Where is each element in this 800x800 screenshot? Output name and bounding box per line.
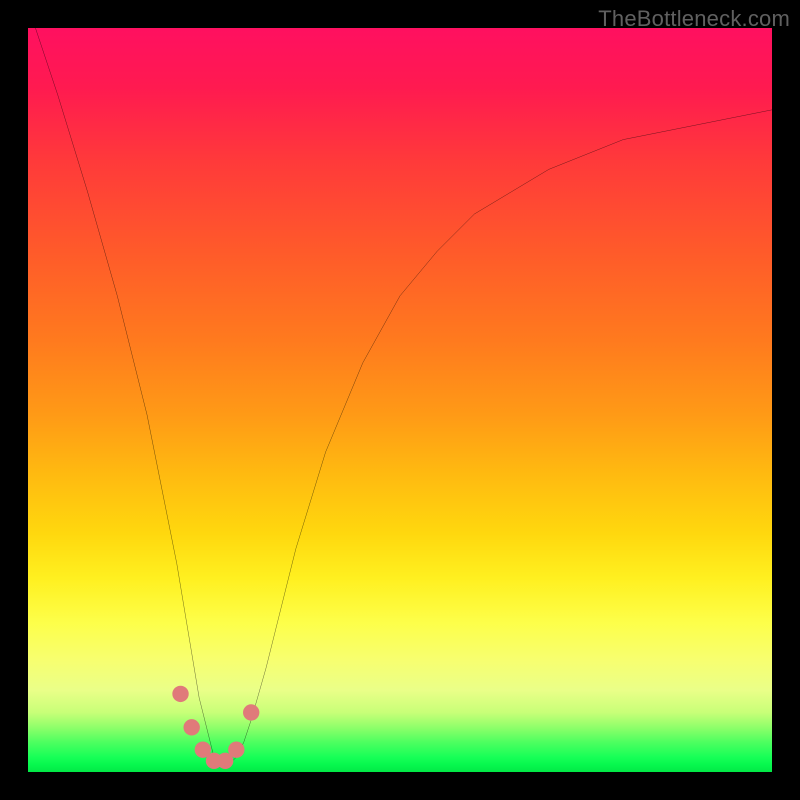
marker-dot <box>243 704 259 720</box>
curve-markers <box>172 686 259 769</box>
marker-dot <box>183 719 199 735</box>
marker-dot <box>228 741 244 757</box>
bottleneck-curve <box>35 28 772 765</box>
watermark-label: TheBottleneck.com <box>598 6 790 32</box>
plot-area <box>28 28 772 772</box>
marker-dot <box>172 686 188 702</box>
curve-svg <box>28 28 772 772</box>
chart-frame: TheBottleneck.com <box>0 0 800 800</box>
